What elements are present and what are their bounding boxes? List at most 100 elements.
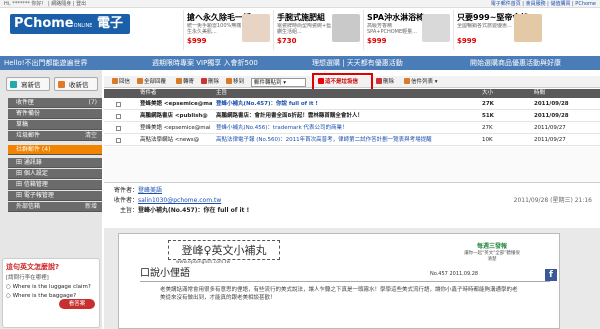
row-checkbox[interactable]	[116, 138, 121, 143]
folder-spam[interactable]: 垃圾郵件 清空	[8, 131, 102, 141]
col-subject[interactable]: 主旨	[216, 89, 227, 98]
ad-2[interactable]: 手腕式施肥組 電瓷牌時尚型陶瓷碗+藍鑽生活組... $730	[273, 10, 363, 50]
folder-label: 收件匣	[16, 99, 35, 106]
logo-sub: ONLINE	[73, 23, 93, 29]
pencil-icon	[10, 81, 17, 88]
row-subject[interactable]: 登峰小補丸(No.457)：你說 full of it !	[216, 99, 476, 109]
move-to-select[interactable]: 郵件轉貼到 ▾	[251, 78, 306, 87]
to-label: 收件者：	[114, 197, 139, 204]
list-button[interactable]: 信件列表 ▾	[404, 78, 438, 87]
to-value[interactable]: salin1030@pchome.com.tw	[138, 197, 221, 204]
col-from[interactable]: 寄件者	[140, 89, 157, 98]
receive-label: 收新信	[69, 81, 89, 89]
forward-button[interactable]: 轉寄	[176, 78, 194, 87]
folder-label: 垃圾郵件	[16, 132, 41, 139]
show-answer-button[interactable]: 看答案	[59, 299, 95, 309]
row-checkbox[interactable]	[116, 102, 121, 107]
receive-button[interactable]: 收新信	[54, 77, 98, 91]
message-header: 寄件者：登峰美語 收件者：salin1030@pchome.com.tw 主旨：…	[104, 186, 600, 226]
row-from: 高鵬網路書店 <publish@	[140, 113, 208, 119]
table-row[interactable]: 高點法學網站 <news@ 高點法律電子報 (No.560)：2011年首次高普…	[104, 135, 600, 146]
weekly-sub: 讓你一起"英文"全部"聽懂很清楚	[464, 251, 520, 262]
col-size[interactable]: 大小	[482, 89, 493, 98]
row-time: 2011/09/28	[534, 101, 569, 107]
from-row: 寄件者：登峰美語	[114, 186, 162, 196]
table-row[interactable]: 登峰美語 <epsemice@mail 登峰小補丸(No.457)：你說 ful…	[104, 99, 600, 110]
ad-1[interactable]: 搶へ永久除毛一折 統一免手顆雷100%無痛生永久美肌... $999	[183, 10, 273, 50]
promo-link[interactable]: 開始選購商品優惠活動與好康	[470, 56, 561, 70]
row-subject[interactable]: 登峰小補丸(No.456)：trademark 代表公司的商業！	[216, 123, 476, 133]
promo-link[interactable]: 週期限時專案 VIP獨享 入會折500	[152, 56, 258, 70]
folder-count: (7)	[88, 99, 98, 106]
table-row[interactable]: 登峰美語 <epsemice@mai 登峰小補丸(No.456)：tradema…	[104, 123, 600, 134]
move-button[interactable]: 移到	[226, 78, 244, 87]
weekly-badge: 每週三發報 讓你一起"英文"全部"聽懂很清楚	[462, 241, 522, 263]
folder-icon	[226, 78, 232, 84]
table-row[interactable]: 高鵬網路書店 <publish@ 高鵬網路書店：會計用書全面8折起！雲林縣首購全…	[104, 111, 600, 122]
list-label: 信件列表	[411, 79, 434, 85]
move-label: 移到	[233, 79, 245, 85]
row-checkbox[interactable]	[116, 114, 121, 119]
option-label: Where is the luggage claim?	[12, 284, 91, 290]
folder-label: 田 通訊錄	[16, 159, 42, 166]
folder-label: 寄件備份	[16, 110, 41, 117]
reply-label: 回信	[119, 79, 131, 85]
folder-mailbox-manage[interactable]: 田 信箱管理	[8, 180, 102, 190]
row-size: 51K	[482, 113, 494, 119]
delete-label: 刪除	[208, 79, 220, 85]
newsletter-paragraph: 老美講話滿常會用很多有意思的俚語，有些流行的美式說法，讓人乍聽之下真是一頭霧水！…	[160, 287, 518, 301]
reply-icon	[112, 78, 118, 84]
newsletter-title: 登峰♀英文小補丸	[168, 240, 280, 260]
empty-spam-link[interactable]: 清空	[85, 131, 97, 141]
folder-external[interactable]: 外部信箱 新增	[8, 202, 102, 212]
folder-label: 社群郵件 (4)	[16, 146, 51, 153]
facebook-icon[interactable]: f	[545, 269, 557, 281]
row-size: 27K	[482, 101, 494, 107]
row-from: 登峰美語 <epsemice@mai	[140, 125, 211, 131]
folder-contacts[interactable]: 田 通訊錄	[8, 158, 102, 168]
delete-button[interactable]: 刪除	[201, 78, 219, 87]
quiz-option-1[interactable]: ○ Where is the luggage claim?	[6, 283, 96, 292]
quiz-title: 這句英文怎麼說?	[6, 263, 60, 271]
top-bar: Hi, ******* 你好！ | 網路隨身 | 登出 電子郵件首頁 | 會員服…	[0, 0, 600, 8]
row-time: 2011/09/28	[534, 113, 569, 119]
reply-button[interactable]: 回信	[112, 78, 130, 87]
folder-label: 田 個人設定	[16, 170, 48, 177]
from-value[interactable]: 登峰美語	[138, 187, 162, 194]
issue-number: No.457 2011.09.28	[430, 271, 478, 277]
row-subject[interactable]: 高點法律電子報 (No.560)：2011年首次高普考，律師第二試作答計劃一覽表…	[216, 135, 476, 145]
row-checkbox[interactable]	[116, 126, 121, 131]
reply-all-label: 全部回覆	[144, 79, 167, 85]
download-icon	[58, 81, 65, 88]
compose-button[interactable]: 寫新信	[6, 77, 50, 91]
ad-3[interactable]: SPA沖水淋浴椅 高級芳香精SPA+PCHOME輕量... $999	[363, 10, 453, 50]
issue-no: No.457	[430, 271, 448, 277]
ad-image	[242, 14, 270, 42]
ad-desc: 統一免手顆雷100%無痛生永久美肌...	[187, 23, 242, 35]
folder-label: 田 信箱管理	[16, 181, 48, 188]
row-subject[interactable]: 高鵬網路書店：會計用書全面8折起！雲林縣首購全會計人！	[216, 111, 476, 121]
reply-all-button[interactable]: 全部回覆	[137, 78, 166, 87]
folder-social[interactable]: 社群郵件 (4)	[8, 145, 102, 155]
folder-drafts[interactable]: 草稿	[8, 120, 102, 130]
reply-all-icon	[137, 78, 143, 84]
folder-inbox[interactable]: 收件匣 (7)	[8, 98, 102, 108]
col-time[interactable]: 時間	[534, 89, 545, 98]
row-size: 10K	[482, 137, 493, 143]
folder-sent[interactable]: 寄件備份	[8, 109, 102, 119]
to-row: 收件者：salin1030@pchome.com.tw	[114, 196, 221, 206]
delete-button-2[interactable]: 刪除	[376, 78, 394, 87]
list-empty-area	[104, 147, 600, 183]
ad-desc: 高級芳香精SPA+PCHOME輕量...	[367, 23, 417, 35]
ad-4[interactable]: 只要999~堅帝會館 全國暢銷各式旅遊優惠... $999	[453, 10, 545, 50]
promo-link[interactable]: 理想選購 | 天天都有優惠活動	[312, 56, 403, 70]
issue-date: 2011.09.28	[449, 271, 479, 277]
top-links[interactable]: 電子郵件首頁 | 會員服務 | 儲值購買 | PChome	[491, 0, 596, 8]
folder-settings[interactable]: 田 個人設定	[8, 169, 102, 179]
newsletter-url[interactable]: www.epsenglish.com.tw	[176, 260, 230, 265]
folder-newsletter[interactable]: 田 電子報管理	[8, 191, 102, 201]
pchome-logo[interactable]: PChomeONLINE 電子郵件	[10, 14, 130, 53]
add-external-link[interactable]: 新增	[85, 202, 97, 212]
trash-icon	[376, 78, 382, 84]
promo-link[interactable]: Hello!不出門都能遊遍世界	[4, 56, 88, 70]
